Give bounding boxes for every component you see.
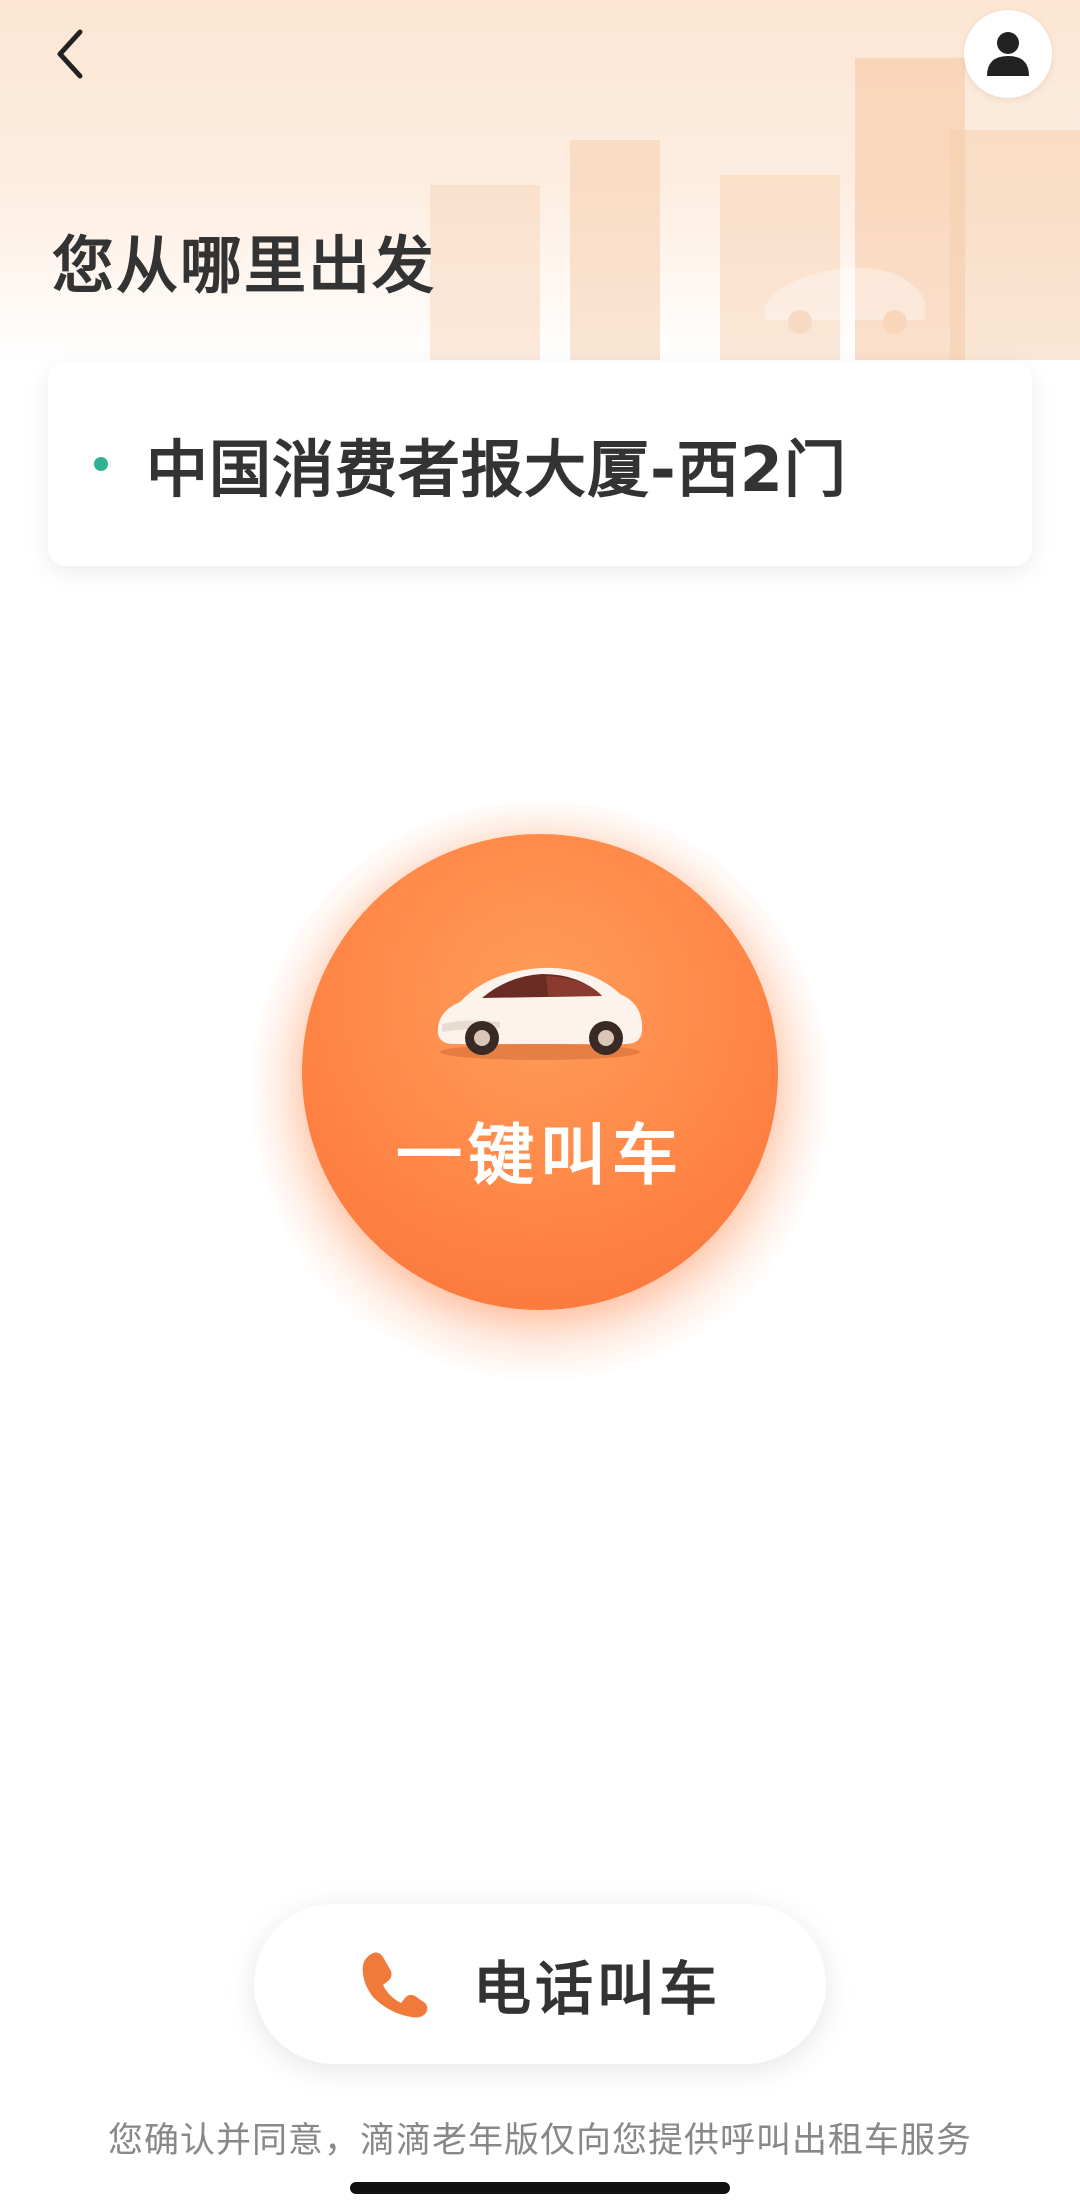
profile-button[interactable] [964, 10, 1052, 98]
home-indicator[interactable] [350, 2182, 730, 2194]
car-icon [437, 967, 643, 1060]
origin-location-card[interactable]: 中国消费者报大厦-西2门 [48, 362, 1032, 566]
chevron-left-icon [57, 29, 83, 79]
service-disclaimer: 您确认并同意，滴滴老年版仅向您提供呼叫出租车服务 [107, 2121, 972, 2161]
one-tap-call-button[interactable]: 一键叫车 [302, 834, 778, 1310]
header-background [0, 0, 1080, 360]
phone-call-label: 电话叫车 [472, 1955, 721, 2023]
phone-icon [362, 1952, 428, 2018]
origin-location-text: 中国消费者报大厦-西2门 [146, 433, 847, 506]
origin-dot-icon [94, 457, 108, 471]
user-icon [987, 32, 1029, 76]
phone-call-button[interactable]: 电话叫车 [254, 1904, 826, 2064]
one-tap-call-label: 一键叫车 [396, 1117, 684, 1194]
skyline-illustration [430, 58, 1080, 360]
back-button[interactable] [40, 22, 100, 86]
page-title: 您从哪里出发 [52, 229, 437, 302]
